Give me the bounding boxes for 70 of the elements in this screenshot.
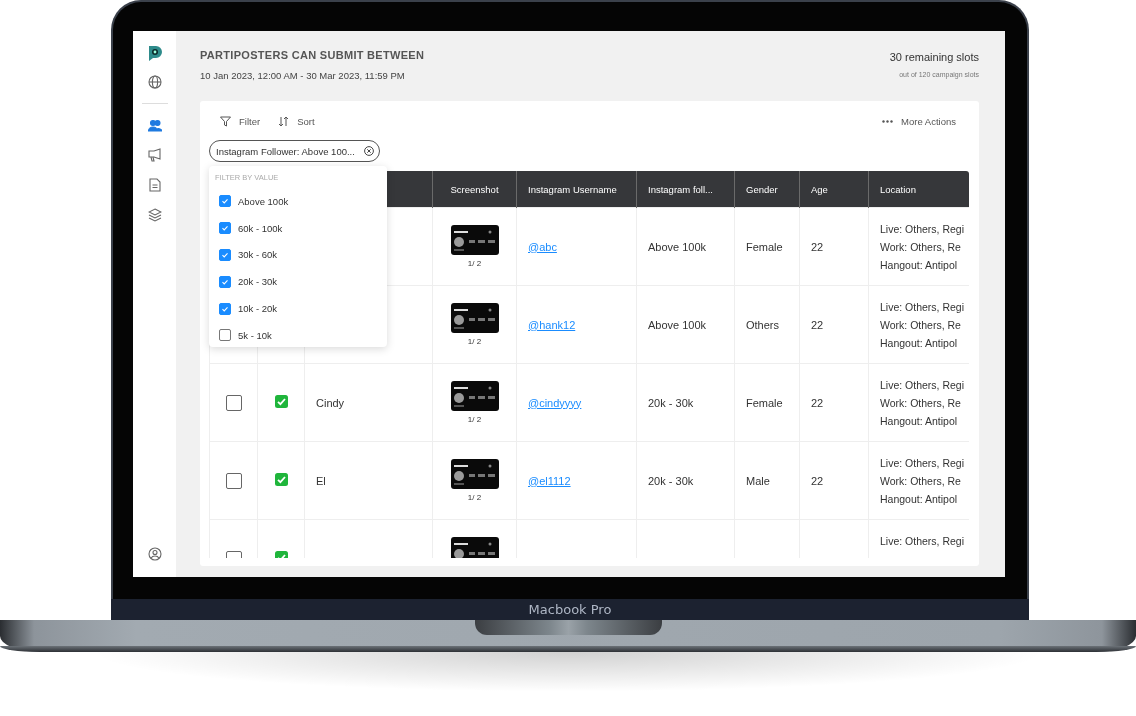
- column-header[interactable]: Instagram Username: [516, 171, 637, 208]
- option-checkbox[interactable]: [219, 222, 231, 235]
- period-title: PARTIPOSTERS CAN SUBMIT BETWEEN: [200, 49, 425, 61]
- location-line: Live: Others, Regi: [880, 222, 966, 237]
- laptop-label: Macbook Pro: [528, 602, 612, 617]
- column-header[interactable]: Age: [799, 171, 869, 208]
- table-cell: Others: [746, 318, 779, 331]
- filter-button[interactable]: Filter: [220, 115, 269, 127]
- table-cell: 22: [811, 474, 824, 487]
- location-line: Work: Others, Re: [880, 240, 962, 255]
- column-header[interactable]: Gender: [734, 171, 800, 208]
- column-header[interactable]: Screenshot: [432, 171, 517, 208]
- table-cell: Above 100k: [648, 240, 707, 253]
- location-line: Hangout: Antipol: [880, 336, 959, 351]
- table-cell: 22: [811, 396, 824, 409]
- filter-option[interactable]: 10k - 20k: [215, 295, 387, 322]
- filter-option[interactable]: Above 100k: [215, 188, 387, 215]
- row-checkbox[interactable]: [225, 394, 242, 411]
- screenshot-count: 1/ 2: [466, 259, 483, 268]
- table-cell: Female: [746, 240, 783, 253]
- location-line: Hangout: Antipol: [880, 258, 959, 273]
- filter-option[interactable]: 30k - 60k: [215, 241, 387, 269]
- more-actions-button[interactable]: More Actions: [882, 115, 964, 127]
- table-cell: 22: [811, 240, 824, 253]
- filter-option[interactable]: 60k - 100k: [215, 214, 387, 242]
- screenshot-thumbnail[interactable]: [450, 459, 499, 489]
- logo-icon: [147, 45, 162, 61]
- filter-option[interactable]: 5k - 10k: [215, 322, 387, 349]
- participant-name: Cindy: [316, 396, 345, 409]
- location-line: Live: Others, Regi: [880, 300, 966, 315]
- location-line: Live: Others, Regi: [880, 534, 966, 549]
- participant-name: El: [316, 474, 326, 487]
- screenshot-thumbnail[interactable]: [450, 537, 499, 558]
- screenshot-count: 1/ 2: [466, 337, 483, 346]
- option-checkbox[interactable]: [219, 249, 231, 261]
- table-cell: Female: [746, 396, 783, 409]
- period-dates: 10 Jan 2023, 12:00 AM - 30 Mar 2023, 11:59 PM: [200, 70, 406, 81]
- location-line: Work: Others, Re: [880, 318, 962, 333]
- table-cell: 20k - 30k: [648, 396, 694, 409]
- option-checkbox[interactable]: [219, 275, 231, 288]
- location-line: Live: Others, Regi: [880, 378, 966, 393]
- location-line: Hangout: Antipol: [880, 492, 959, 507]
- location-line: Work: Others, Re: [880, 474, 962, 489]
- row-checkbox[interactable]: [225, 472, 242, 489]
- username-link[interactable]: @hank12: [528, 318, 576, 331]
- table-cell: Above 100k: [648, 318, 707, 331]
- filter-icon: [220, 115, 231, 127]
- location-line: Live: Others, Regi: [880, 456, 966, 471]
- location-line: Hangout: Antipol: [880, 414, 959, 429]
- close-icon[interactable]: [363, 146, 374, 156]
- option-checkbox[interactable]: [219, 302, 231, 315]
- sort-button[interactable]: Sort: [278, 115, 323, 127]
- sort-icon: [278, 115, 290, 127]
- filter-option[interactable]: 20k - 30k: [215, 268, 387, 296]
- table-cell: 20k - 30k: [648, 474, 694, 487]
- column-header[interactable]: Location: [868, 171, 969, 208]
- table-cell: 22: [811, 318, 824, 331]
- screenshot-thumbnail[interactable]: [450, 303, 499, 333]
- location-line: Work: Others, Re: [880, 396, 962, 411]
- table-cell: Male: [746, 474, 770, 487]
- screenshot-thumbnail[interactable]: [450, 381, 499, 411]
- remaining-slots: 30 remaining slots: [889, 51, 979, 63]
- screenshot-count: 1/ 2: [466, 415, 483, 424]
- screenshot-thumbnail[interactable]: [450, 225, 499, 255]
- option-checkbox[interactable]: [219, 195, 231, 208]
- screenshot-count: 1/ 2: [466, 493, 483, 502]
- option-checkbox[interactable]: [219, 329, 231, 342]
- column-header[interactable]: Instagram foll...: [636, 171, 735, 208]
- more-icon: [882, 119, 894, 123]
- username-link[interactable]: @cindyyyy: [528, 396, 582, 409]
